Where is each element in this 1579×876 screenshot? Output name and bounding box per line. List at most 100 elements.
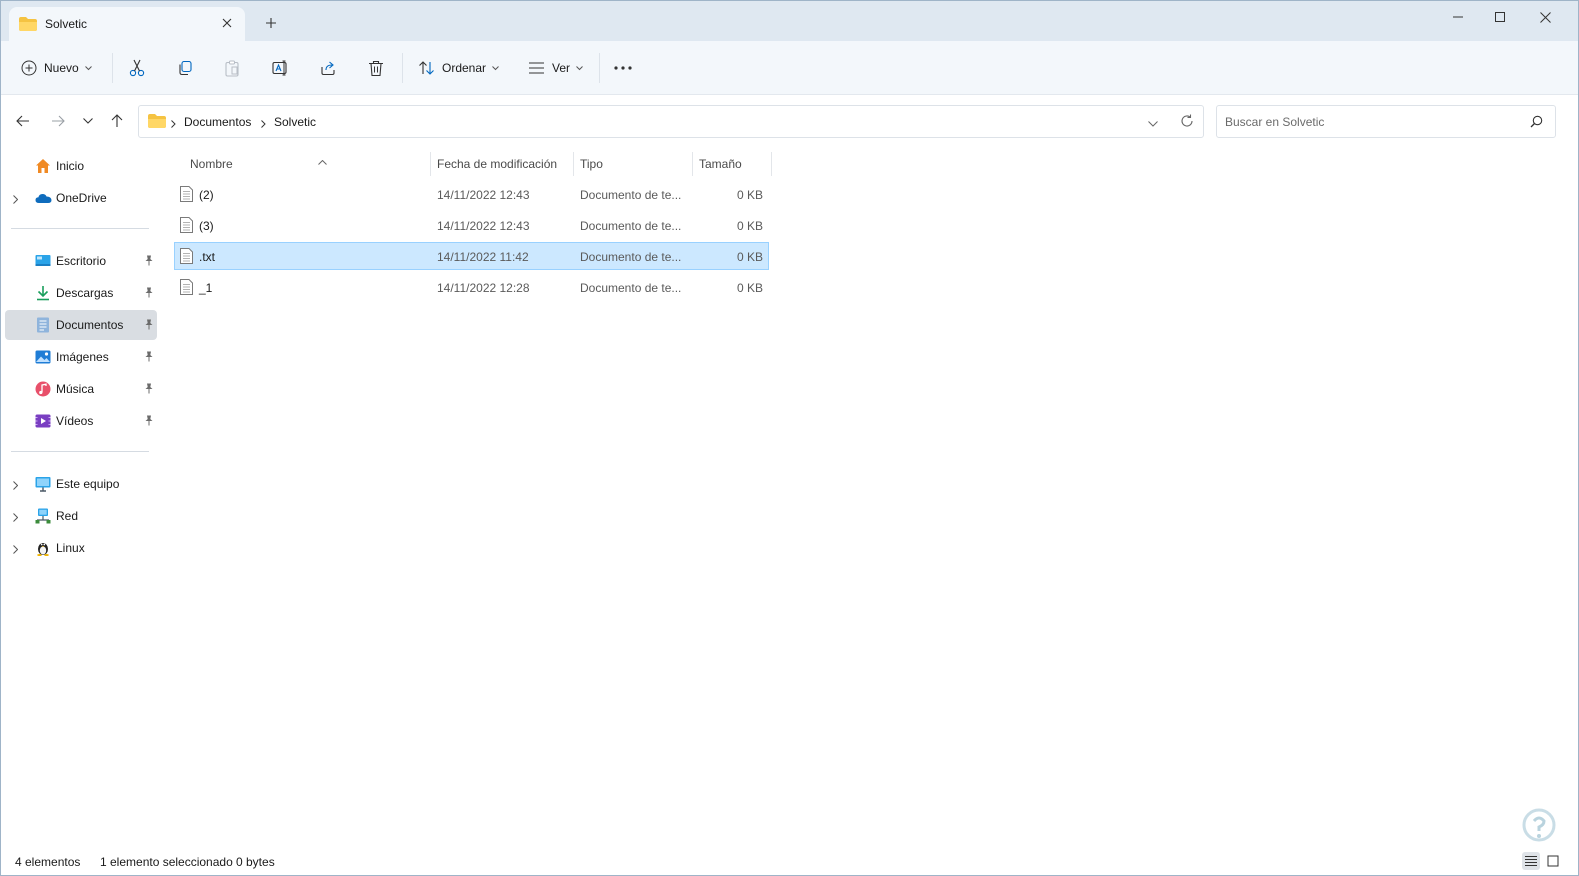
sidebar-item-label: Música: [56, 382, 95, 396]
file-size: 0 KB: [736, 250, 763, 264]
sort-icon: [418, 60, 435, 76]
breadcrumb-solvetic[interactable]: Solvetic: [274, 115, 316, 129]
sidebar-item-escritorio[interactable]: Escritorio: [5, 246, 157, 276]
file-type: Documento de te...: [580, 188, 682, 202]
search-input[interactable]: [1225, 113, 1515, 131]
rename-button[interactable]: [272, 55, 289, 81]
rename-icon: [272, 60, 289, 76]
file-type: Documento de te...: [580, 219, 682, 233]
new-tab-icon[interactable]: [263, 15, 279, 31]
sidebar-item-inicio[interactable]: Inicio: [5, 151, 157, 181]
pin-icon[interactable]: [144, 319, 154, 333]
file-row[interactable]: _1 14/11/2022 12:28 Documento de te... 0…: [174, 273, 769, 301]
up-arrow-icon[interactable]: [107, 111, 127, 131]
close-window-icon[interactable]: [1522, 5, 1568, 29]
cut-button[interactable]: [129, 55, 145, 81]
home-icon: [35, 158, 51, 174]
paste-button[interactable]: [224, 55, 240, 81]
column-divider[interactable]: [771, 152, 772, 176]
chevron-down-icon: [492, 65, 499, 71]
pin-icon[interactable]: [144, 415, 154, 429]
sidebar-item-label: Descargas: [56, 286, 114, 300]
search-box[interactable]: [1216, 105, 1556, 138]
column-header-label: Tamaño: [699, 157, 742, 171]
tab-title: Solvetic: [45, 17, 88, 31]
sidebar-item-este-equipo[interactable]: Este equipo: [5, 469, 157, 499]
chevron-right-icon[interactable]: [13, 511, 19, 525]
file-type: Documento de te...: [580, 250, 682, 264]
delete-button[interactable]: [368, 55, 384, 81]
sort-button[interactable]: Ordenar: [418, 55, 499, 81]
file-row[interactable]: (3) 14/11/2022 12:43 Documento de te... …: [174, 211, 769, 239]
new-button-label: Nuevo: [44, 61, 79, 75]
copy-button[interactable]: [177, 55, 193, 81]
sidebar-item-label: OneDrive: [56, 191, 107, 205]
more-icon: [614, 66, 632, 70]
text-file-icon: [180, 279, 193, 298]
download-icon: [35, 285, 51, 301]
view-button-label: Ver: [552, 61, 571, 75]
sidebar-item-label: Red: [56, 509, 79, 523]
column-header-size[interactable]: Tamaño: [699, 152, 769, 176]
minimize-icon[interactable]: [1435, 5, 1481, 29]
text-file-icon: [180, 217, 193, 236]
forward-arrow-icon[interactable]: [48, 111, 68, 131]
breadcrumb-chevron-icon[interactable]: [171, 117, 176, 131]
column-divider[interactable]: [692, 152, 693, 176]
chevron-right-icon[interactable]: [13, 479, 19, 493]
pin-icon[interactable]: [144, 287, 154, 301]
new-button[interactable]: Nuevo: [21, 55, 92, 81]
more-options-button[interactable]: [614, 55, 632, 81]
sidebar-item-imagenes[interactable]: Imágenes: [5, 342, 157, 372]
text-file-icon: [180, 248, 193, 267]
column-header-label: Fecha de modificación: [437, 157, 558, 171]
file-row[interactable]: (2) 14/11/2022 12:43 Documento de te... …: [174, 180, 769, 208]
chevron-right-icon[interactable]: [13, 543, 19, 557]
details-view-icon[interactable]: [1522, 852, 1540, 870]
file-row-selected[interactable]: .txt 14/11/2022 11:42 Documento de te...…: [174, 242, 769, 270]
close-tab-icon[interactable]: [219, 15, 235, 31]
sidebar-item-label: Imágenes: [56, 350, 109, 364]
view-button[interactable]: Ver: [528, 55, 583, 81]
column-divider[interactable]: [430, 152, 431, 176]
search-icon[interactable]: [1530, 115, 1543, 131]
chevron-right-icon[interactable]: [13, 193, 19, 207]
pin-icon[interactable]: [144, 255, 154, 269]
tab-solvetic[interactable]: Solvetic: [9, 7, 245, 41]
file-explorer-window: Solvetic Nuevo Ordenar Ver Documentos So…: [0, 0, 1579, 876]
sidebar-item-label: Linux: [56, 541, 85, 555]
toolbar-divider: [112, 53, 113, 83]
breadcrumb-documentos[interactable]: Documentos: [184, 115, 251, 129]
refresh-icon[interactable]: [1180, 114, 1194, 131]
file-name: (2): [199, 188, 214, 202]
breadcrumb-chevron-icon[interactable]: [261, 117, 266, 131]
address-history-chevron-icon[interactable]: [1148, 116, 1158, 130]
column-header-type[interactable]: Tipo: [580, 152, 690, 176]
sidebar-item-label: Vídeos: [56, 414, 94, 428]
folder-icon: [19, 17, 37, 34]
sidebar-divider: [11, 451, 149, 452]
sidebar-item-descargas[interactable]: Descargas: [5, 278, 157, 308]
sidebar-item-red[interactable]: Red: [5, 501, 157, 531]
sidebar-item-label: Inicio: [56, 159, 85, 173]
back-arrow-icon[interactable]: [13, 111, 33, 131]
large-icons-view-icon[interactable]: [1544, 852, 1562, 870]
toolbar-divider: [402, 53, 403, 83]
sidebar-item-musica[interactable]: Música: [5, 374, 157, 404]
sidebar-item-videos[interactable]: Vídeos: [5, 406, 157, 436]
pin-icon[interactable]: [144, 351, 154, 365]
sidebar-item-linux[interactable]: Linux: [5, 533, 157, 563]
maximize-icon[interactable]: [1477, 5, 1523, 29]
clipboard-icon: [224, 60, 240, 77]
column-header-name[interactable]: Nombre: [190, 152, 430, 176]
share-button[interactable]: [320, 55, 336, 81]
sidebar-item-documentos[interactable]: Documentos: [5, 310, 157, 340]
share-icon: [320, 60, 336, 76]
column-header-date[interactable]: Fecha de modificación: [437, 152, 572, 176]
sidebar-item-onedrive[interactable]: OneDrive: [5, 183, 157, 213]
address-bar[interactable]: Documentos Solvetic: [138, 105, 1204, 138]
recent-locations-chevron-icon[interactable]: [78, 111, 98, 131]
column-divider[interactable]: [573, 152, 574, 176]
file-name: _1: [199, 281, 213, 295]
pin-icon[interactable]: [144, 383, 154, 397]
